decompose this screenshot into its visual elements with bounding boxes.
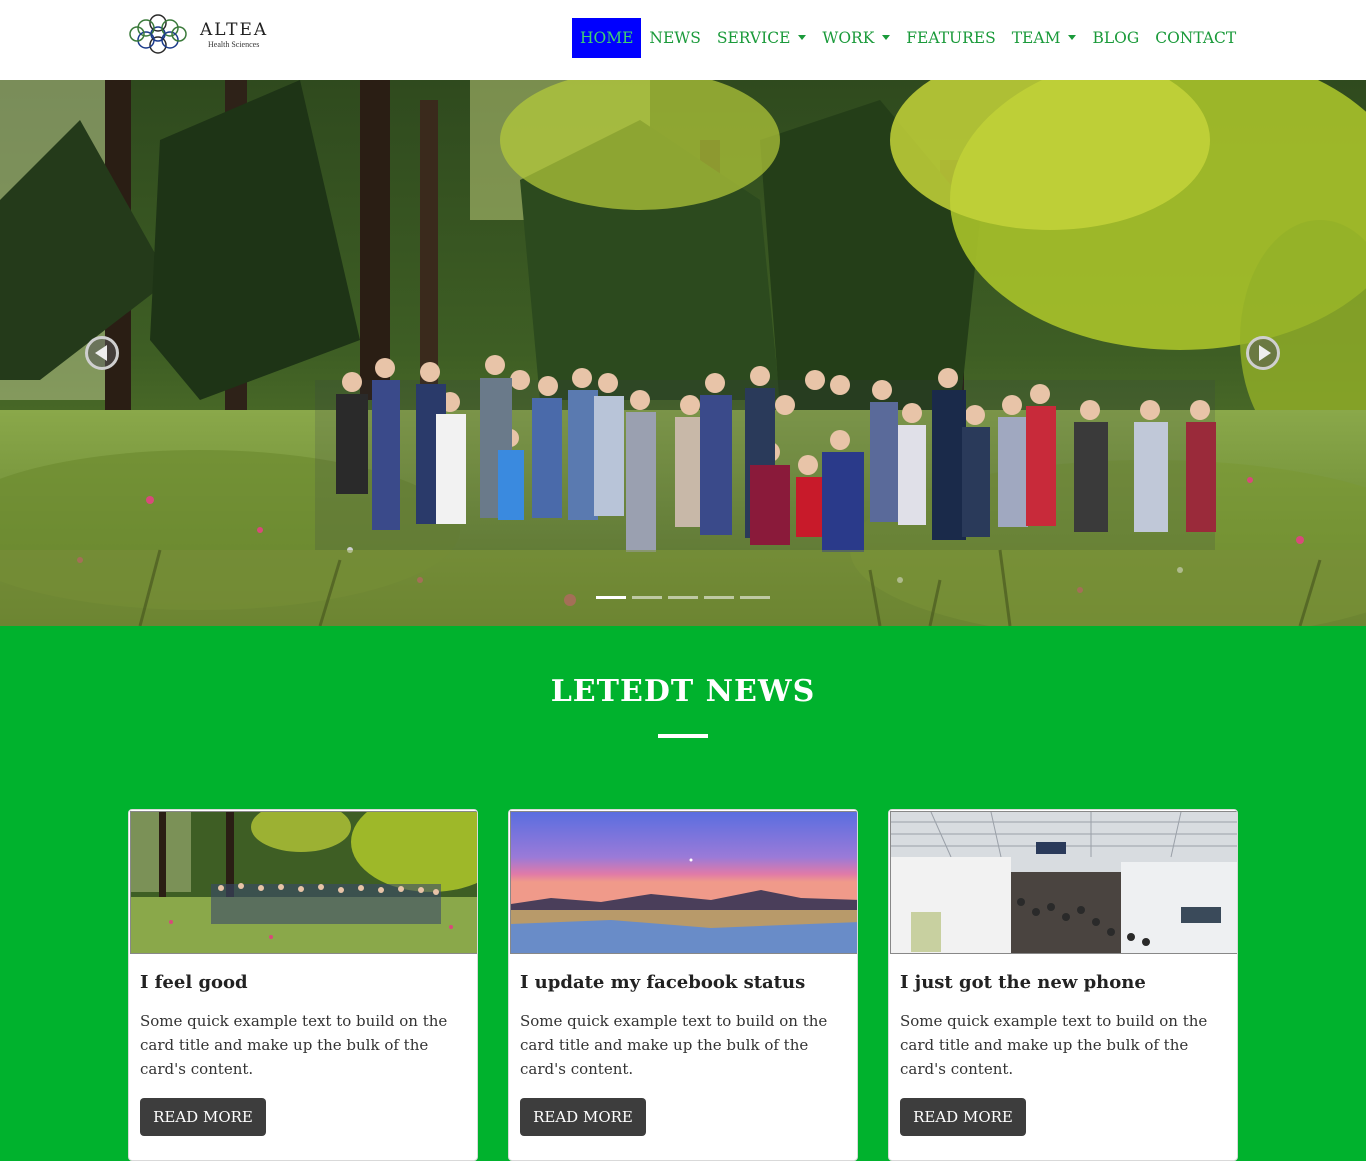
nav-item-work[interactable]: WORK bbox=[814, 18, 898, 58]
title-underline bbox=[658, 734, 708, 738]
card-image-exhibition-hall bbox=[890, 811, 1237, 954]
card-title: I just got the new phone bbox=[900, 972, 1146, 993]
hero-group-photo bbox=[0, 80, 1366, 626]
nav-label: WORK bbox=[822, 29, 875, 47]
news-card: I feel good Some quick example text to b… bbox=[128, 809, 478, 1161]
card-text: Some quick example text to build on the … bbox=[520, 1012, 828, 1078]
carousel-indicator[interactable] bbox=[668, 596, 698, 599]
card-text: Some quick example text to build on the … bbox=[140, 1012, 448, 1078]
nav-item-service[interactable]: SERVICE bbox=[709, 18, 815, 58]
carousel-prev-button[interactable] bbox=[85, 336, 119, 370]
carousel-indicator[interactable] bbox=[704, 596, 734, 599]
card-text: Some quick example text to build on the … bbox=[900, 1012, 1208, 1078]
nav-item-news[interactable]: NEWS bbox=[641, 18, 708, 58]
nav-label: NEWS bbox=[649, 29, 701, 47]
flower-logo-icon bbox=[129, 14, 187, 54]
news-card: I just got the new phone Some quick exam… bbox=[888, 809, 1238, 1161]
nav-item-contact[interactable]: CONTACT bbox=[1147, 18, 1244, 58]
card-title: I update my facebook status bbox=[520, 972, 806, 993]
carousel-next-button[interactable] bbox=[1246, 336, 1280, 370]
carousel-indicator[interactable] bbox=[632, 596, 662, 599]
chevron-right-icon bbox=[1259, 345, 1271, 361]
news-card: I update my facebook status Some quick e… bbox=[508, 809, 858, 1161]
main-nav: HOME NEWS SERVICE WORK FEATURES TEAM BLO… bbox=[572, 18, 1244, 58]
section-title: LETEDT NEWS bbox=[550, 674, 816, 709]
card-image-group-photo bbox=[130, 811, 477, 954]
nav-label: TEAM bbox=[1011, 29, 1061, 47]
latest-news-section: LETEDT NEWS I feel good Some quick examp… bbox=[0, 626, 1366, 1161]
navbar: ALTEA Health Sciences HOME NEWS SERVICE … bbox=[0, 0, 1366, 80]
nav-label: FEATURES bbox=[906, 29, 996, 47]
chevron-left-icon bbox=[95, 345, 107, 361]
read-more-button[interactable]: READ MORE bbox=[140, 1098, 266, 1136]
card-image-sunset-landscape bbox=[510, 811, 857, 954]
read-more-button[interactable]: READ MORE bbox=[520, 1098, 646, 1136]
carousel-indicator[interactable] bbox=[740, 596, 770, 599]
card-title: I feel good bbox=[140, 972, 248, 993]
hero-carousel bbox=[0, 80, 1366, 626]
caret-down-icon bbox=[882, 34, 891, 40]
carousel-indicator[interactable] bbox=[596, 596, 626, 599]
nav-item-blog[interactable]: BLOG bbox=[1084, 18, 1147, 58]
nav-item-team[interactable]: TEAM bbox=[1004, 18, 1085, 58]
brand-logo[interactable]: ALTEA Health Sciences bbox=[120, 10, 300, 58]
nav-label: BLOG bbox=[1092, 29, 1140, 47]
nav-label: SERVICE bbox=[716, 29, 791, 47]
caret-down-icon bbox=[1068, 34, 1077, 40]
caret-down-icon bbox=[798, 34, 807, 40]
brand-name: ALTEA bbox=[200, 20, 269, 40]
nav-label: HOME bbox=[580, 29, 634, 47]
nav-item-features[interactable]: FEATURES bbox=[898, 18, 1003, 58]
nav-item-home[interactable]: HOME bbox=[572, 18, 642, 58]
nav-label: CONTACT bbox=[1155, 29, 1237, 47]
carousel-indicators bbox=[596, 596, 776, 599]
brand-tagline: Health Sciences bbox=[208, 40, 260, 49]
read-more-button[interactable]: READ MORE bbox=[900, 1098, 1026, 1136]
